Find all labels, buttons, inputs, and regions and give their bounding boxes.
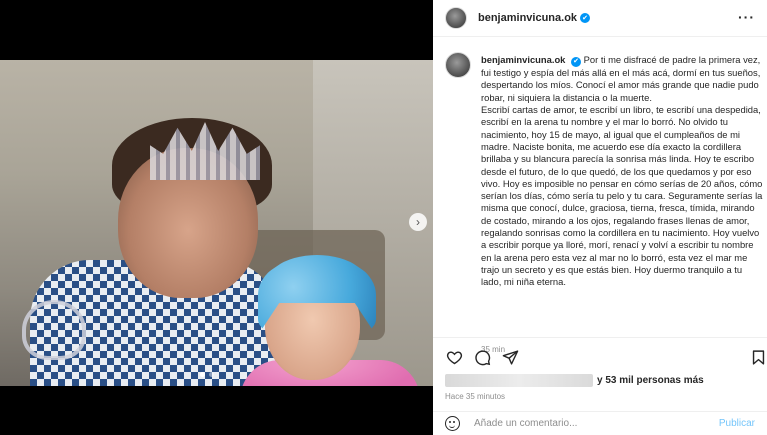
carousel-next-button[interactable]: › bbox=[409, 213, 427, 231]
caption-avatar[interactable] bbox=[445, 52, 471, 78]
more-options-icon[interactable]: ··· bbox=[738, 9, 755, 25]
photo-wand bbox=[22, 300, 86, 360]
carousel-dot-active bbox=[200, 372, 205, 377]
username-link[interactable]: benjaminvicuna.ok bbox=[478, 12, 577, 24]
caption-paragraph-2: Escribí cartas de amor, te escribí un li… bbox=[481, 104, 763, 288]
comment-input[interactable] bbox=[474, 418, 684, 429]
likes-count-text[interactable]: y 53 mil personas más bbox=[597, 375, 704, 386]
avatar[interactable] bbox=[445, 7, 467, 29]
verified-badge-icon: ✔ bbox=[580, 13, 591, 23]
comment-bar: Publicar bbox=[433, 411, 767, 435]
caption-username[interactable]: benjaminvicuna.ok bbox=[481, 54, 565, 65]
blurred-liker-names bbox=[445, 374, 593, 387]
post-timestamp: Hace 35 minutos bbox=[445, 392, 506, 401]
post-side-panel: benjaminvicuna.ok ✔ ··· benjaminvicuna.o… bbox=[433, 0, 767, 435]
chevron-right-icon: › bbox=[416, 215, 420, 229]
emoji-icon[interactable] bbox=[445, 416, 460, 431]
likes-summary[interactable]: y 53 mil personas más bbox=[445, 374, 704, 387]
action-bar bbox=[433, 337, 767, 371]
carousel-dot bbox=[209, 372, 214, 377]
post-photo[interactable] bbox=[0, 60, 433, 386]
post-header: benjaminvicuna.ok ✔ ··· bbox=[433, 0, 767, 37]
post-media-pane: › bbox=[0, 0, 433, 435]
verified-badge-icon: ✔ bbox=[571, 57, 582, 68]
bookmark-icon[interactable] bbox=[749, 348, 767, 366]
publish-button[interactable]: Publicar bbox=[719, 418, 755, 429]
comment-icon[interactable] bbox=[473, 348, 491, 366]
caption-text: benjaminvicuna.ok ✔ Por ti me disfracé d… bbox=[481, 54, 763, 288]
carousel-dots bbox=[200, 372, 214, 377]
heart-icon[interactable] bbox=[445, 348, 463, 366]
share-icon[interactable] bbox=[501, 348, 519, 366]
